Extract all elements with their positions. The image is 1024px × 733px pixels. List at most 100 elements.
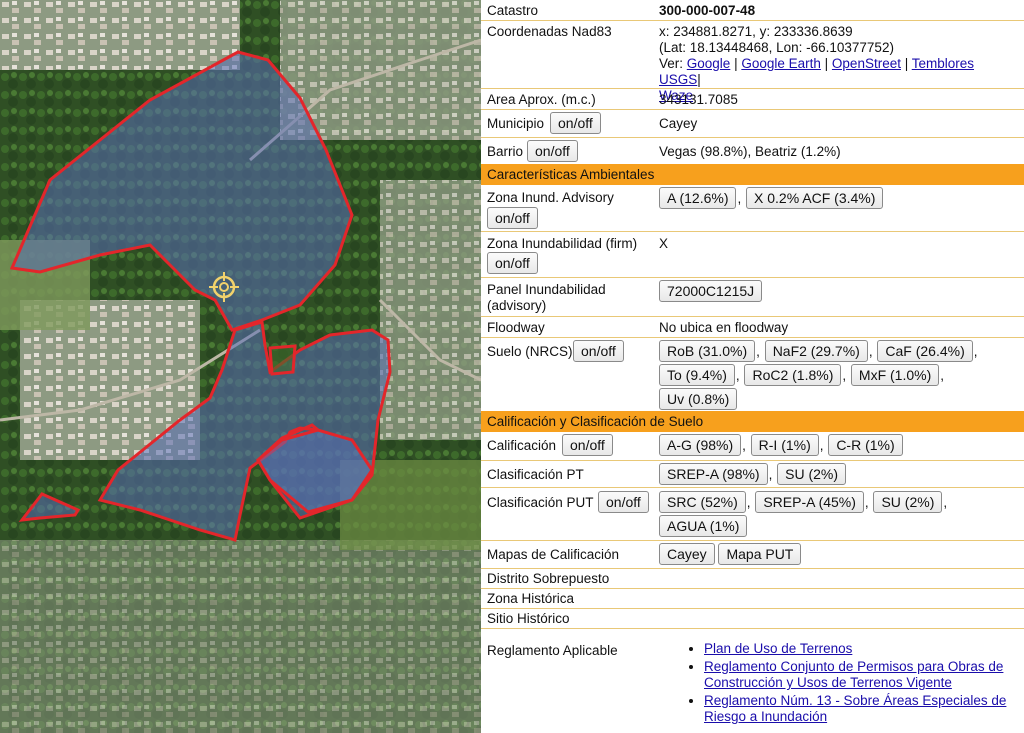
panel-72000c1215j-button[interactable]: 72000C1215J xyxy=(659,280,763,302)
row-panel-inundabilidad: Panel Inundabilidad (advisory) 72000C121… xyxy=(481,277,1024,316)
catastro-label: Catastro xyxy=(487,3,539,18)
neighborhood-north xyxy=(0,0,240,70)
suelo-values-line2: To (9.4%), RoC2 (1.8%), MxF (1.0%), xyxy=(659,364,945,386)
calificacion-onoff-button[interactable]: on/off xyxy=(562,434,613,456)
clas-put-values-line2: AGUA (1%) xyxy=(659,515,748,537)
clas-put-su-button[interactable]: SU (2%) xyxy=(873,491,943,513)
panel-values: 72000C1215J xyxy=(659,280,763,302)
satellite-map[interactable] xyxy=(0,0,481,733)
list-item: Reglamento Conjunto de Permisos para Obr… xyxy=(704,659,1016,691)
row-distrito-sobrepuesto: Distrito Sobrepuesto xyxy=(481,568,1024,588)
link-plan-uso-terrenos[interactable]: Plan de Uso de Terrenos xyxy=(704,641,852,656)
view-links: Ver: Google | Google Earth | OpenStreet … xyxy=(659,56,975,87)
panel-label-line2: (advisory) xyxy=(487,298,547,313)
suelo-onoff-button[interactable]: on/off xyxy=(573,340,624,362)
link-reglamento-conjunto[interactable]: Reglamento Conjunto de Permisos para Obr… xyxy=(704,659,1003,690)
catastro-value: 300-000-007-48 xyxy=(659,3,756,18)
calif-cr-button[interactable]: C-R (1%) xyxy=(828,434,903,456)
zona-adv-a-button[interactable]: A (12.6%) xyxy=(659,187,737,209)
zona-adv-x-button[interactable]: X 0.2% ACF (3.4%) xyxy=(746,187,884,209)
clas-pt-su-button[interactable]: SU (2%) xyxy=(777,463,847,485)
municipio-value: Cayey xyxy=(659,116,698,131)
section-header-calificacion: Calificación y Clasificación de Suelo xyxy=(481,411,1024,432)
suelo-roc2-button[interactable]: RoC2 (1.8%) xyxy=(744,364,842,386)
clas-put-values-line1: SRC (52%), SREP-A (45%), SU (2%), xyxy=(659,491,948,513)
zona-inund-firm-label: Zona Inundabilidad (firm) xyxy=(487,236,638,251)
list-item: Plan de Uso de Terrenos xyxy=(704,641,1016,657)
row-barrio: Barrio on/off Vegas (98.8%), Beatriz (1.… xyxy=(481,137,1024,164)
reglamento-list: Plan de Uso de Terrenos Reglamento Conju… xyxy=(686,641,1016,727)
mapas-label: Mapas de Calificación xyxy=(487,547,620,562)
clas-put-srep-a-button[interactable]: SREP-A (45%) xyxy=(755,491,864,513)
clas-put-src-button[interactable]: SRC (52%) xyxy=(659,491,746,513)
row-zona-inund-advisory: Zona Inund. Advisory on/off A (12.6%), X… xyxy=(481,185,1024,231)
row-zona-inund-firm: Zona Inundabilidad (firm) on/off X xyxy=(481,231,1024,277)
row-mapas-calificacion: Mapas de Calificación Cayey Mapa PUT xyxy=(481,540,1024,568)
clas-put-agua-button[interactable]: AGUA (1%) xyxy=(659,515,748,537)
municipio-label: Municipio xyxy=(487,116,545,131)
row-zona-historica: Zona Histórica xyxy=(481,588,1024,608)
floodway-label: Floodway xyxy=(487,320,545,335)
map-canvas[interactable] xyxy=(0,0,481,733)
area-value: 343131.7085 xyxy=(659,92,738,107)
area-label: Area Aprox. (m.c.) xyxy=(487,92,596,107)
clas-put-label: Clasificación PUT xyxy=(487,495,594,510)
distrito-label: Distrito Sobrepuesto xyxy=(487,571,610,586)
parcel-polygon-inner[interactable] xyxy=(268,344,297,376)
reglamento-label: Reglamento Aplicable xyxy=(487,643,618,658)
coords-label: Coordenadas Nad83 xyxy=(487,24,612,39)
mapa-put-button[interactable]: Mapa PUT xyxy=(718,543,802,565)
neighborhood-south xyxy=(0,540,481,733)
suelo-to-button[interactable]: To (9.4%) xyxy=(659,364,735,386)
row-sitio-historico: Sitio Histórico xyxy=(481,608,1024,628)
calif-ag-button[interactable]: A-G (98%) xyxy=(659,434,742,456)
list-item: Reglamento Núm. 13 - Sobre Áreas Especia… xyxy=(704,693,1016,725)
parcel-info-panel: Catastro 300-000-007-48 Coordenadas Nad8… xyxy=(481,0,1024,733)
coords-xy: x: 234881.8271, y: 233336.8639 xyxy=(659,24,853,39)
municipio-onoff-button[interactable]: on/off xyxy=(550,112,601,134)
suelo-naf2-button[interactable]: NaF2 (29.7%) xyxy=(764,340,868,362)
calificacion-label: Calificación xyxy=(487,438,557,453)
barrio-label: Barrio xyxy=(487,144,524,159)
suelo-uv-button[interactable]: Uv (0.8%) xyxy=(659,388,738,410)
row-coordenadas: Coordenadas Nad83 x: 234881.8271, y: 233… xyxy=(481,20,1024,103)
calif-ri-button[interactable]: R-I (1%) xyxy=(750,434,819,456)
row-suelo-nrcs: Suelo (NRCS) on/off RoB (31.0%), NaF2 (2… xyxy=(481,337,1024,411)
panel-label: Panel Inundabilidad (advisory) xyxy=(487,282,606,314)
row-clasificacion-put: Clasificación PUT on/off SRC (52%), SREP… xyxy=(481,487,1024,540)
link-google[interactable]: Google xyxy=(687,56,731,71)
clas-put-onoff-button[interactable]: on/off xyxy=(598,491,649,513)
sitio-historico-label: Sitio Histórico xyxy=(487,611,570,626)
mapas-values: Cayey Mapa PUT xyxy=(659,543,802,565)
link-google-earth[interactable]: Google Earth xyxy=(741,56,821,71)
zona-inund-adv-values: A (12.6%), X 0.2% ACF (3.4%) xyxy=(659,187,884,209)
row-clasificacion-pt: Clasificación PT SREP-A (98%), SU (2%) xyxy=(481,460,1024,487)
coords-latlon: (Lat: 18.13448468, Lon: -66.10377752) xyxy=(659,40,894,55)
barrio-onoff-button[interactable]: on/off xyxy=(527,140,578,162)
row-area: Area Aprox. (m.c.) 343131.7085 xyxy=(481,88,1024,109)
link-reglamento-13[interactable]: Reglamento Núm. 13 - Sobre Áreas Especia… xyxy=(704,693,1006,724)
zona-historica-label: Zona Histórica xyxy=(487,591,575,606)
link-openstreet[interactable]: OpenStreet xyxy=(832,56,901,71)
clas-pt-srep-a-button[interactable]: SREP-A (98%) xyxy=(659,463,768,485)
neighborhood-east xyxy=(380,180,481,440)
floodway-value: No ubica en floodway xyxy=(659,320,789,335)
suelo-values-line1: RoB (31.0%), NaF2 (29.7%), CaF (26.4%), xyxy=(659,340,979,362)
clas-pt-values: SREP-A (98%), SU (2%) xyxy=(659,463,847,485)
row-calificacion: Calificación on/off A-G (98%), R-I (1%),… xyxy=(481,432,1024,460)
calificacion-values: A-G (98%), R-I (1%), C-R (1%) xyxy=(659,434,903,456)
suelo-values-line3: Uv (0.8%) xyxy=(659,388,738,410)
suelo-mxf-button[interactable]: MxF (1.0%) xyxy=(850,364,940,386)
ver-label: Ver: xyxy=(659,56,684,71)
suelo-caf-button[interactable]: CaF (26.4%) xyxy=(877,340,973,362)
suelo-rob-button[interactable]: RoB (31.0%) xyxy=(659,340,756,362)
row-floodway: Floodway No ubica en floodway xyxy=(481,316,1024,337)
clas-pt-label: Clasificación PT xyxy=(487,467,584,482)
zona-inund-firm-onoff-button[interactable]: on/off xyxy=(487,252,538,274)
zona-inund-adv-onoff-button[interactable]: on/off xyxy=(487,207,538,229)
zona-inund-firm-value: X xyxy=(659,236,669,251)
mapa-cayey-button[interactable]: Cayey xyxy=(659,543,715,565)
barrio-value: Vegas (98.8%), Beatriz (1.2%) xyxy=(659,144,841,159)
row-municipio: Municipio on/off Cayey xyxy=(481,109,1024,137)
section-header-ambientales: Características Ambientales xyxy=(481,164,1024,185)
